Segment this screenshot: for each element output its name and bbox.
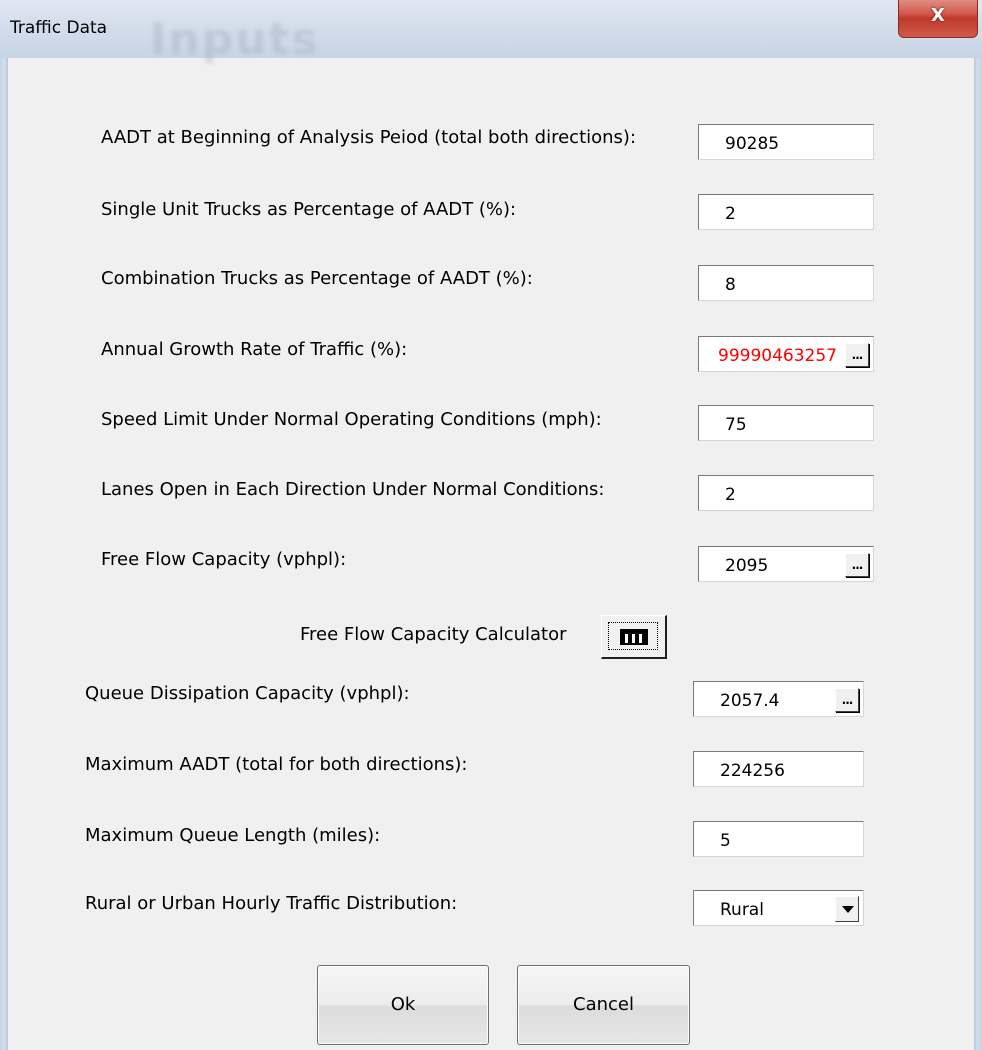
chevron-down-icon[interactable] [835, 896, 859, 922]
maximum-queue-length-input[interactable]: 5 [693, 821, 864, 857]
traffic-data-dialog: Inputs Traffic Data X AADT at Beginning … [0, 0, 982, 1050]
combination-trucks-value: 8 [725, 275, 736, 295]
free-flow-capacity-ellipsis-button[interactable]: ... [845, 553, 869, 577]
free-flow-capacity-value: 2095 [725, 556, 769, 576]
free-flow-capacity-label: Free Flow Capacity (vphpl): [101, 549, 347, 570]
cancel-button[interactable]: Cancel [517, 965, 690, 1045]
close-icon: X [931, 5, 945, 26]
single-unit-trucks-input[interactable]: 2 [698, 194, 874, 230]
queue-dissipation-label: Queue Dissipation Capacity (vphpl): [85, 683, 410, 704]
single-unit-trucks-value: 2 [725, 204, 736, 224]
traffic-distribution-value: Rural [720, 900, 764, 920]
window-frame-right [974, 58, 982, 1050]
queue-dissipation-input[interactable]: 2057.4 ... [693, 681, 864, 717]
title-bar: Inputs Traffic Data X [0, 0, 982, 65]
close-button[interactable]: X [898, 0, 978, 38]
queue-dissipation-ellipsis-button[interactable]: ... [835, 688, 859, 712]
combination-trucks-input[interactable]: 8 [698, 265, 874, 301]
window-frame-left [0, 58, 8, 1050]
ok-button[interactable]: Ok [317, 965, 489, 1045]
speed-limit-input[interactable]: 75 [698, 405, 874, 441]
single-unit-trucks-label: Single Unit Trucks as Percentage of AADT… [101, 199, 517, 220]
maximum-queue-length-value: 5 [720, 831, 731, 851]
calculator-label: Free Flow Capacity Calculator [300, 624, 567, 645]
maximum-aadt-input[interactable]: 224256 [693, 751, 864, 787]
maximum-aadt-label: Maximum AADT (total for both directions)… [85, 754, 468, 775]
aadt-label: AADT at Beginning of Analysis Peiod (tot… [101, 127, 637, 148]
lanes-open-value: 2 [725, 485, 736, 505]
maximum-aadt-value: 224256 [720, 761, 785, 781]
background-window-title: Inputs [150, 14, 320, 65]
growth-rate-label: Annual Growth Rate of Traffic (%): [101, 339, 408, 360]
combination-trucks-label: Combination Trucks as Percentage of AADT… [101, 268, 533, 289]
growth-rate-value: 99990463257 [718, 346, 837, 366]
free-flow-capacity-calculator-button[interactable] [601, 615, 667, 659]
lanes-open-input[interactable]: 2 [698, 475, 874, 511]
growth-rate-ellipsis-button[interactable]: ... [845, 343, 869, 367]
traffic-distribution-label: Rural or Urban Hourly Traffic Distributi… [85, 893, 458, 914]
aadt-value: 90285 [725, 134, 780, 154]
aadt-input[interactable]: 90285 [698, 124, 874, 160]
window-title: Traffic Data [10, 18, 108, 38]
traffic-distribution-select[interactable]: Rural [693, 890, 864, 926]
maximum-queue-length-label: Maximum Queue Length (miles): [85, 825, 381, 846]
calculator-icon [620, 629, 648, 645]
growth-rate-input[interactable]: 99990463257 ... [698, 336, 874, 372]
free-flow-capacity-input[interactable]: 2095 ... [698, 546, 874, 582]
speed-limit-value: 75 [725, 415, 747, 435]
lanes-open-label: Lanes Open in Each Direction Under Norma… [101, 479, 605, 500]
speed-limit-label: Speed Limit Under Normal Operating Condi… [101, 409, 602, 430]
queue-dissipation-value: 2057.4 [720, 691, 780, 711]
focus-rectangle [608, 622, 658, 650]
